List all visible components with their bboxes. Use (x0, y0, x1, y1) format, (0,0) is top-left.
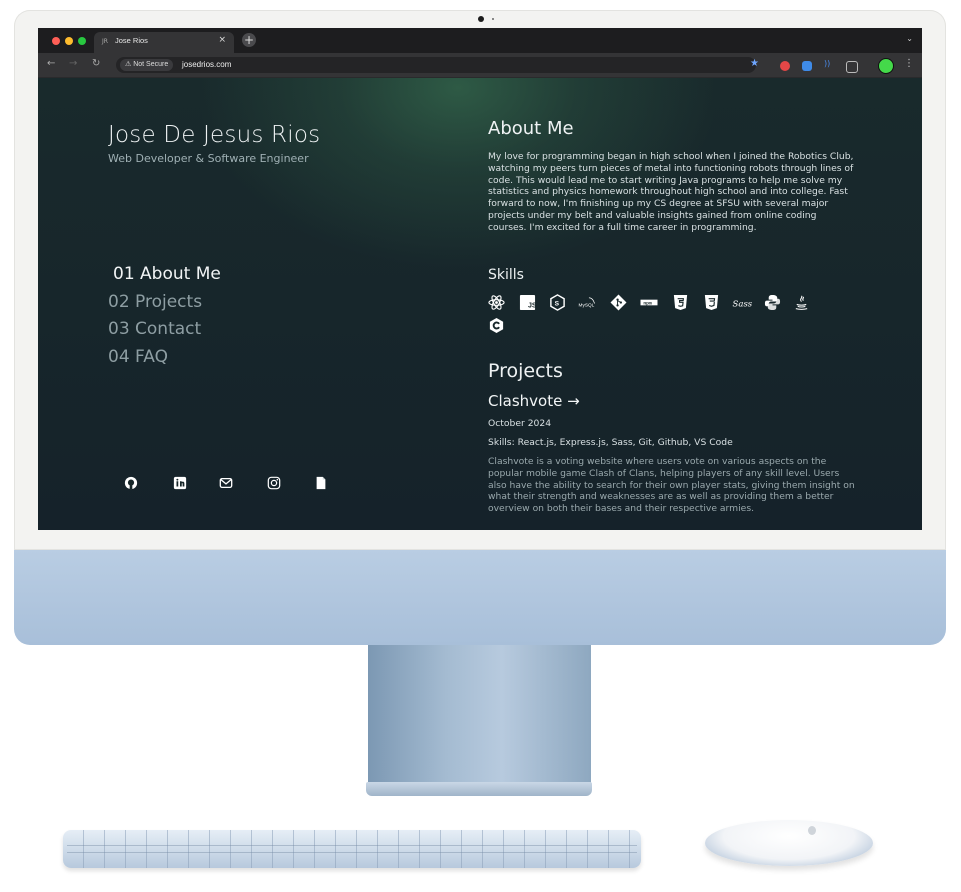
project-date: October 2024 (488, 418, 552, 429)
zoom-window-button[interactable] (78, 37, 86, 45)
sass-badge-text: Sass (733, 299, 753, 309)
github-icon[interactable] (124, 476, 138, 490)
c-icon (489, 317, 504, 334)
tab-close-icon[interactable]: × (218, 35, 226, 45)
about-heading: About Me (488, 118, 574, 139)
keyboard (63, 830, 641, 868)
imac-stand (368, 645, 591, 787)
back-arrow-icon[interactable]: ← (47, 58, 55, 69)
site-subtitle: Web Developer & Software Engineer (108, 152, 309, 165)
reload-icon[interactable]: ↻ (92, 58, 100, 69)
tab-jose-rios[interactable]: JR Jose Rios × (94, 32, 234, 53)
minimize-window-button[interactable] (65, 37, 73, 45)
project-description: Clashvote is a voting website where user… (488, 456, 855, 515)
extension-record-icon[interactable] (780, 61, 790, 71)
npm-icon: npm (640, 299, 658, 307)
tab-title: Jose Rios (115, 36, 148, 45)
imac-chin (14, 550, 946, 645)
extensions-puzzle-icon[interactable] (846, 61, 858, 73)
html5-icon (673, 294, 688, 311)
security-badge[interactable]: ⚠ Not Secure (120, 59, 174, 71)
nav-projects[interactable]: 02 Projects (108, 292, 221, 320)
browser-toolbar: ← → ↻ ⚠ Not Secure josedrios.com ★ )) ⋮ (38, 53, 922, 78)
git-icon (610, 294, 627, 311)
css3-icon (704, 294, 719, 311)
project-skills: Skills: React.js, Express.js, Sass, Git,… (488, 437, 733, 448)
mouse-logo (808, 826, 816, 835)
project-title-link[interactable]: Clashvote → (488, 392, 580, 410)
address-bar[interactable]: ⚠ Not Secure josedrios.com (116, 57, 756, 73)
sass-icon: Sass (733, 299, 753, 309)
about-text: My love for programming began in high sc… (488, 151, 854, 233)
mysql-icon: MySQL (579, 297, 595, 308)
screen: JR Jose Rios × + ⌄ ← → ↻ ⚠ Not Secure jo… (38, 28, 922, 530)
camera-indicator (492, 18, 494, 20)
npm-badge-text: npm (643, 302, 652, 307)
mouse (705, 820, 873, 866)
new-tab-button[interactable]: + (242, 33, 256, 47)
portfolio-page: Jose De Jesus Rios Web Developer & Softw… (38, 78, 922, 530)
bookmark-star-icon[interactable]: ★ (750, 58, 759, 69)
close-window-button[interactable] (52, 37, 60, 45)
nav-faq[interactable]: 04 FAQ (108, 347, 221, 375)
section-nav: 01 About Me 02 Projects 03 Contact 04 FA… (108, 264, 221, 374)
svg-text:S: S (555, 300, 560, 307)
tab-favicon: JR (102, 38, 108, 45)
resume-file-icon[interactable] (314, 476, 328, 490)
profile-avatar[interactable] (878, 58, 894, 74)
webcam (478, 16, 484, 22)
nav-about-me[interactable]: 01 About Me (108, 264, 221, 292)
url-text[interactable]: josedrios.com (182, 60, 231, 69)
imac-stand-foot (366, 782, 592, 796)
tab-bar: JR Jose Rios × + ⌄ (38, 28, 922, 53)
mail-icon[interactable] (219, 476, 233, 490)
instagram-icon[interactable] (267, 476, 281, 490)
extension-translate-icon[interactable] (802, 61, 812, 71)
tab-search-chevron-icon[interactable]: ⌄ (906, 34, 913, 43)
browser-menu-icon[interactable]: ⋮ (904, 58, 914, 69)
mysql-badge-text: MySQL (579, 302, 595, 308)
react-icon (488, 295, 505, 310)
site-name: Jose De Jesus Rios (108, 122, 321, 148)
linkedin-icon[interactable] (173, 476, 187, 490)
extension-audio-icon[interactable]: )) (824, 59, 834, 69)
projects-heading: Projects (488, 360, 563, 382)
javascript-icon: JS (519, 294, 536, 311)
javascript-badge-text: JS (528, 302, 536, 310)
forward-arrow-icon[interactable]: → (69, 58, 77, 69)
nav-contact[interactable]: 03 Contact (108, 319, 221, 347)
nodejs-icon: S (550, 294, 565, 311)
java-icon (795, 295, 808, 310)
skills-heading: Skills (488, 267, 524, 283)
python-icon (764, 294, 781, 311)
